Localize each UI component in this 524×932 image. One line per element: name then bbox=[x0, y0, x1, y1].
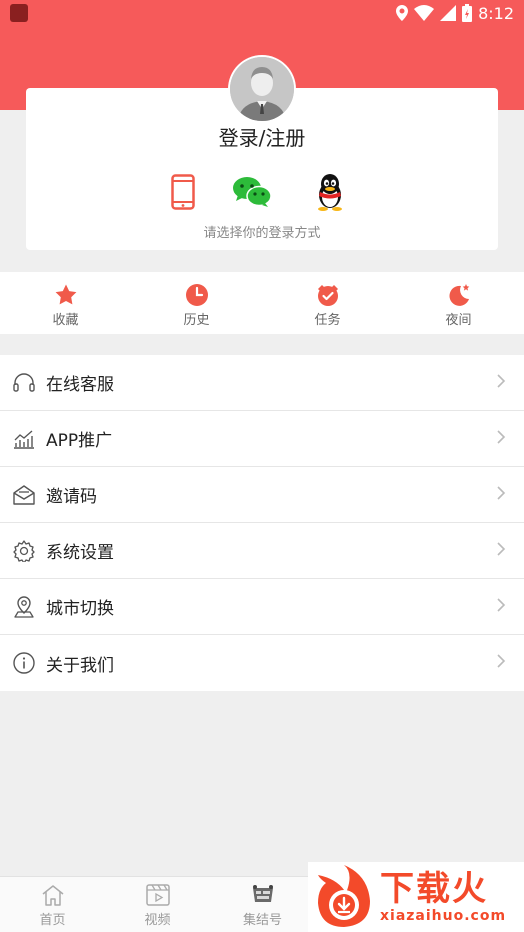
tab-jijiehao[interactable]: 集结号 bbox=[210, 877, 315, 932]
wechat-login-button[interactable] bbox=[232, 172, 272, 212]
tab-home[interactable]: 首页 bbox=[0, 877, 105, 932]
login-register-link[interactable]: 登录/注册 bbox=[26, 122, 498, 151]
watermark-logo: 下载火 xiazaihuo.com bbox=[308, 862, 524, 932]
menu-item-label: APP推广 bbox=[46, 431, 113, 451]
wifi-status-icon bbox=[414, 5, 435, 21]
settings-menu: 在线客服 APP推广 邀请码 系统设置 城市切换 关于我们 bbox=[0, 355, 524, 691]
location-status-icon bbox=[396, 5, 409, 21]
clock-icon bbox=[184, 282, 210, 308]
menu-item-label: 关于我们 bbox=[46, 655, 114, 676]
menu-item-label: 在线客服 bbox=[46, 375, 114, 395]
qq-icon bbox=[318, 174, 342, 211]
qq-login-button[interactable] bbox=[310, 172, 350, 212]
star-icon bbox=[53, 282, 79, 308]
watermark-name: 下载火 bbox=[380, 869, 488, 909]
flame-logo-icon bbox=[318, 865, 370, 927]
chevron-right-icon bbox=[496, 485, 506, 505]
headset-icon bbox=[12, 371, 36, 395]
user-silhouette-icon bbox=[230, 57, 294, 121]
quick-action-night-mode[interactable]: 夜间 bbox=[393, 272, 524, 334]
info-icon bbox=[12, 651, 36, 675]
chevron-right-icon bbox=[496, 541, 506, 561]
menu-item-invite-code[interactable]: 邀请码 bbox=[0, 467, 524, 523]
signal-status-icon bbox=[440, 5, 457, 21]
menu-item-app-promotion[interactable]: APP推广 bbox=[0, 411, 524, 467]
quick-action-favorites[interactable]: 收藏 bbox=[0, 272, 131, 334]
chart-icon bbox=[12, 427, 36, 451]
login-methods bbox=[26, 172, 498, 212]
status-bar: 8:12 bbox=[0, 0, 524, 26]
phone-login-button[interactable] bbox=[163, 172, 203, 212]
chevron-right-icon bbox=[496, 429, 506, 449]
menu-item-label: 邀请码 bbox=[46, 487, 97, 507]
phone-icon bbox=[171, 174, 195, 210]
chevron-right-icon bbox=[496, 653, 506, 673]
quick-action-tasks[interactable]: 任务 bbox=[262, 272, 393, 334]
app-notification-icon bbox=[10, 4, 28, 22]
status-time: 8:12 bbox=[478, 3, 514, 23]
menu-item-city-switch[interactable]: 城市切换 bbox=[0, 579, 524, 635]
chevron-right-icon bbox=[496, 597, 506, 617]
wechat-icon bbox=[233, 177, 272, 207]
menu-item-label: 城市切换 bbox=[46, 599, 114, 619]
watermark-url: xiazaihuo.com bbox=[380, 908, 507, 924]
login-hint: 请选择你的登录方式 bbox=[203, 226, 321, 241]
menu-item-label: 系统设置 bbox=[46, 543, 114, 563]
chevron-right-icon bbox=[496, 373, 506, 393]
location-icon bbox=[12, 595, 36, 619]
moon-icon bbox=[446, 282, 472, 308]
quick-actions-bar: 收藏 历史 任务 夜间 bbox=[0, 272, 524, 334]
menu-item-system-settings[interactable]: 系统设置 bbox=[0, 523, 524, 579]
gear-icon bbox=[12, 539, 36, 563]
user-avatar[interactable] bbox=[228, 55, 296, 123]
quick-action-history[interactable]: 历史 bbox=[131, 272, 262, 334]
video-icon bbox=[145, 883, 171, 907]
home-icon bbox=[40, 883, 66, 907]
badge-icon bbox=[250, 883, 276, 907]
envelope-icon bbox=[12, 483, 36, 507]
menu-item-customer-service[interactable]: 在线客服 bbox=[0, 355, 524, 411]
menu-item-about-us[interactable]: 关于我们 bbox=[0, 635, 524, 691]
tab-video[interactable]: 视频 bbox=[105, 877, 210, 932]
alarm-icon bbox=[315, 282, 341, 308]
battery-status-icon bbox=[462, 4, 473, 22]
